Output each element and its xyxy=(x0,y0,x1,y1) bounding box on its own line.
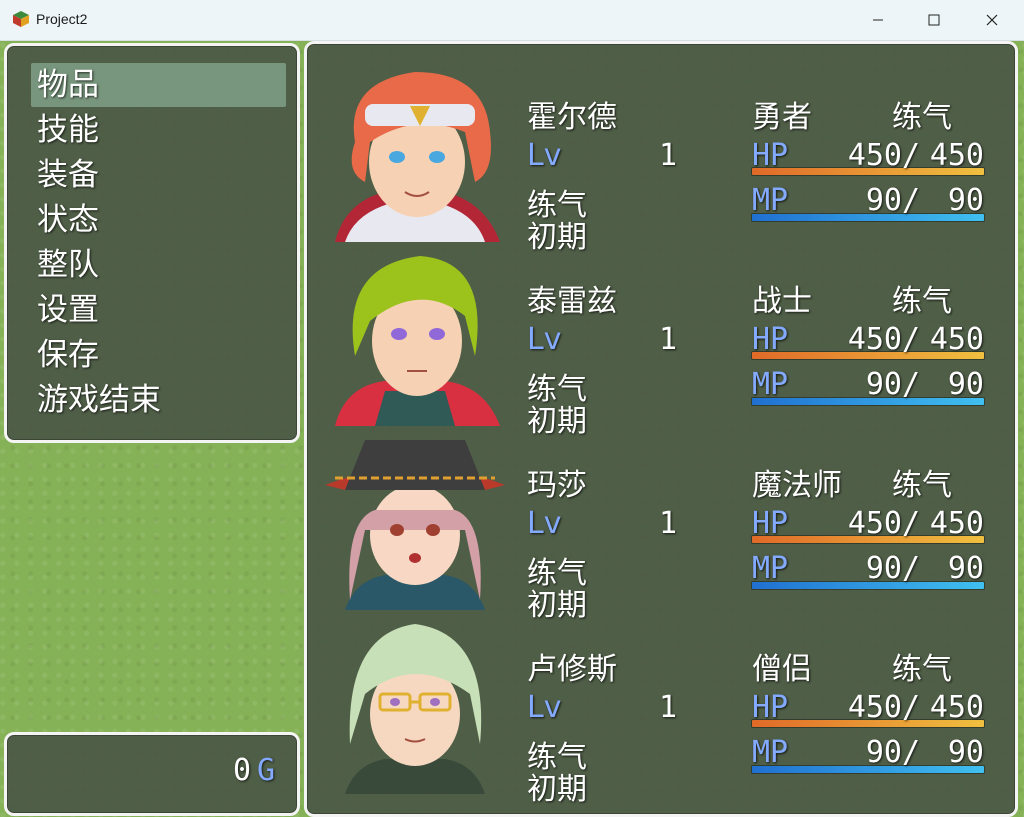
mp-separator: / xyxy=(902,367,921,402)
hp-max: 450 xyxy=(929,138,984,173)
close-icon xyxy=(986,14,998,26)
maximize-icon xyxy=(928,14,940,26)
gold-value: 0 xyxy=(232,753,251,788)
menu-item[interactable]: 保存 xyxy=(31,333,286,377)
party-member-row[interactable]: 霍尔德 勇者 练气 Lv 1 练气 初期 HP 450 / 450 MP 90 … xyxy=(307,62,1015,255)
hp-label: HP xyxy=(752,690,789,725)
command-window: 物品 技能 装备 状态 整队 设置 保存 游戏结束 xyxy=(4,43,300,443)
actor-class: 僧侣 xyxy=(752,652,812,687)
party-member-row[interactable]: 玛莎 魔法师 练气 Lv 1 练气 初期 HP 450 / 450 MP 90 … xyxy=(307,430,1015,623)
actor-class: 魔法师 xyxy=(752,468,842,503)
minimize-icon xyxy=(873,19,883,21)
minimize-button[interactable] xyxy=(849,0,907,40)
mp-max: 90 xyxy=(947,551,984,586)
level-value: 1 xyxy=(659,690,678,725)
mp-separator: / xyxy=(902,735,921,770)
actor-name: 卢修斯 xyxy=(527,652,617,687)
mp-current: 90 xyxy=(865,735,902,770)
mp-separator: / xyxy=(902,551,921,586)
actor-name: 玛莎 xyxy=(527,468,587,503)
menu-item[interactable]: 设置 xyxy=(31,288,286,332)
mp-label: MP xyxy=(752,551,789,586)
hp-separator: / xyxy=(902,506,921,541)
gold-unit: G xyxy=(256,753,275,788)
actor-class: 勇者 xyxy=(752,100,812,135)
level-label: Lv xyxy=(527,690,562,725)
hp-current: 450 xyxy=(847,322,902,357)
mp-max: 90 xyxy=(947,735,984,770)
level-label: Lv xyxy=(527,506,562,541)
level-label: Lv xyxy=(527,322,562,357)
actor-nickname: 练气 xyxy=(892,468,952,503)
hero-portrait-red-hair xyxy=(325,62,505,242)
hp-max: 450 xyxy=(929,690,984,725)
hp-current: 450 xyxy=(847,506,902,541)
hp-current: 450 xyxy=(847,138,902,173)
mp-max: 90 xyxy=(947,183,984,218)
menu-item[interactable]: 状态 xyxy=(31,198,286,242)
hp-current: 450 xyxy=(847,690,902,725)
title-bar: Project2 xyxy=(0,0,1024,41)
menu-item[interactable]: 技能 xyxy=(31,108,286,152)
hp-separator: / xyxy=(902,138,921,173)
mp-label: MP xyxy=(752,183,789,218)
close-button[interactable] xyxy=(963,0,1021,40)
priest-portrait-glasses xyxy=(325,614,505,794)
app-icon xyxy=(13,11,29,27)
party-status-window: 霍尔德 勇者 练气 Lv 1 练气 初期 HP 450 / 450 MP 90 … xyxy=(304,41,1018,817)
mp-label: MP xyxy=(752,367,789,402)
hp-max: 450 xyxy=(929,322,984,357)
window-title: Project2 xyxy=(36,11,88,27)
level-label: Lv xyxy=(527,138,562,173)
actor-nickname: 练气 xyxy=(892,284,952,319)
level-value: 1 xyxy=(659,322,678,357)
game-screen: 物品 技能 装备 状态 整队 设置 保存 游戏结束 0 G 霍尔德 勇者 练气 Lv 1 练气… xyxy=(0,41,1024,817)
party-member-row[interactable]: 卢修斯 僧侣 练气 Lv 1 练气 初期 HP 450 / 450 MP 90 … xyxy=(307,614,1015,807)
mp-max: 90 xyxy=(947,367,984,402)
mp-current: 90 xyxy=(865,551,902,586)
maximize-button[interactable] xyxy=(905,0,963,40)
level-value: 1 xyxy=(659,506,678,541)
actor-name: 霍尔德 xyxy=(527,100,617,135)
state-line-2: 初期 xyxy=(527,772,587,807)
actor-nickname: 练气 xyxy=(892,100,952,135)
gold-window: 0 G xyxy=(4,732,300,816)
mp-label: MP xyxy=(752,735,789,770)
level-value: 1 xyxy=(659,138,678,173)
hp-label: HP xyxy=(752,506,789,541)
warrior-portrait-green-hair xyxy=(325,246,505,426)
party-member-row[interactable]: 泰雷兹 战士 练气 Lv 1 练气 初期 HP 450 / 450 MP 90 … xyxy=(307,246,1015,439)
hp-separator: / xyxy=(902,322,921,357)
menu-item[interactable]: 物品 xyxy=(31,63,286,107)
hp-max: 450 xyxy=(929,506,984,541)
mp-current: 90 xyxy=(865,367,902,402)
mage-portrait-witch-hat xyxy=(325,430,505,610)
hp-label: HP xyxy=(752,322,789,357)
mp-separator: / xyxy=(902,183,921,218)
menu-item[interactable]: 装备 xyxy=(31,153,286,197)
menu-item[interactable]: 游戏结束 xyxy=(31,378,286,422)
hp-label: HP xyxy=(752,138,789,173)
actor-nickname: 练气 xyxy=(892,652,952,687)
actor-name: 泰雷兹 xyxy=(527,284,617,319)
hp-separator: / xyxy=(902,690,921,725)
menu-item[interactable]: 整队 xyxy=(31,243,286,287)
actor-class: 战士 xyxy=(752,284,812,319)
mp-current: 90 xyxy=(865,183,902,218)
